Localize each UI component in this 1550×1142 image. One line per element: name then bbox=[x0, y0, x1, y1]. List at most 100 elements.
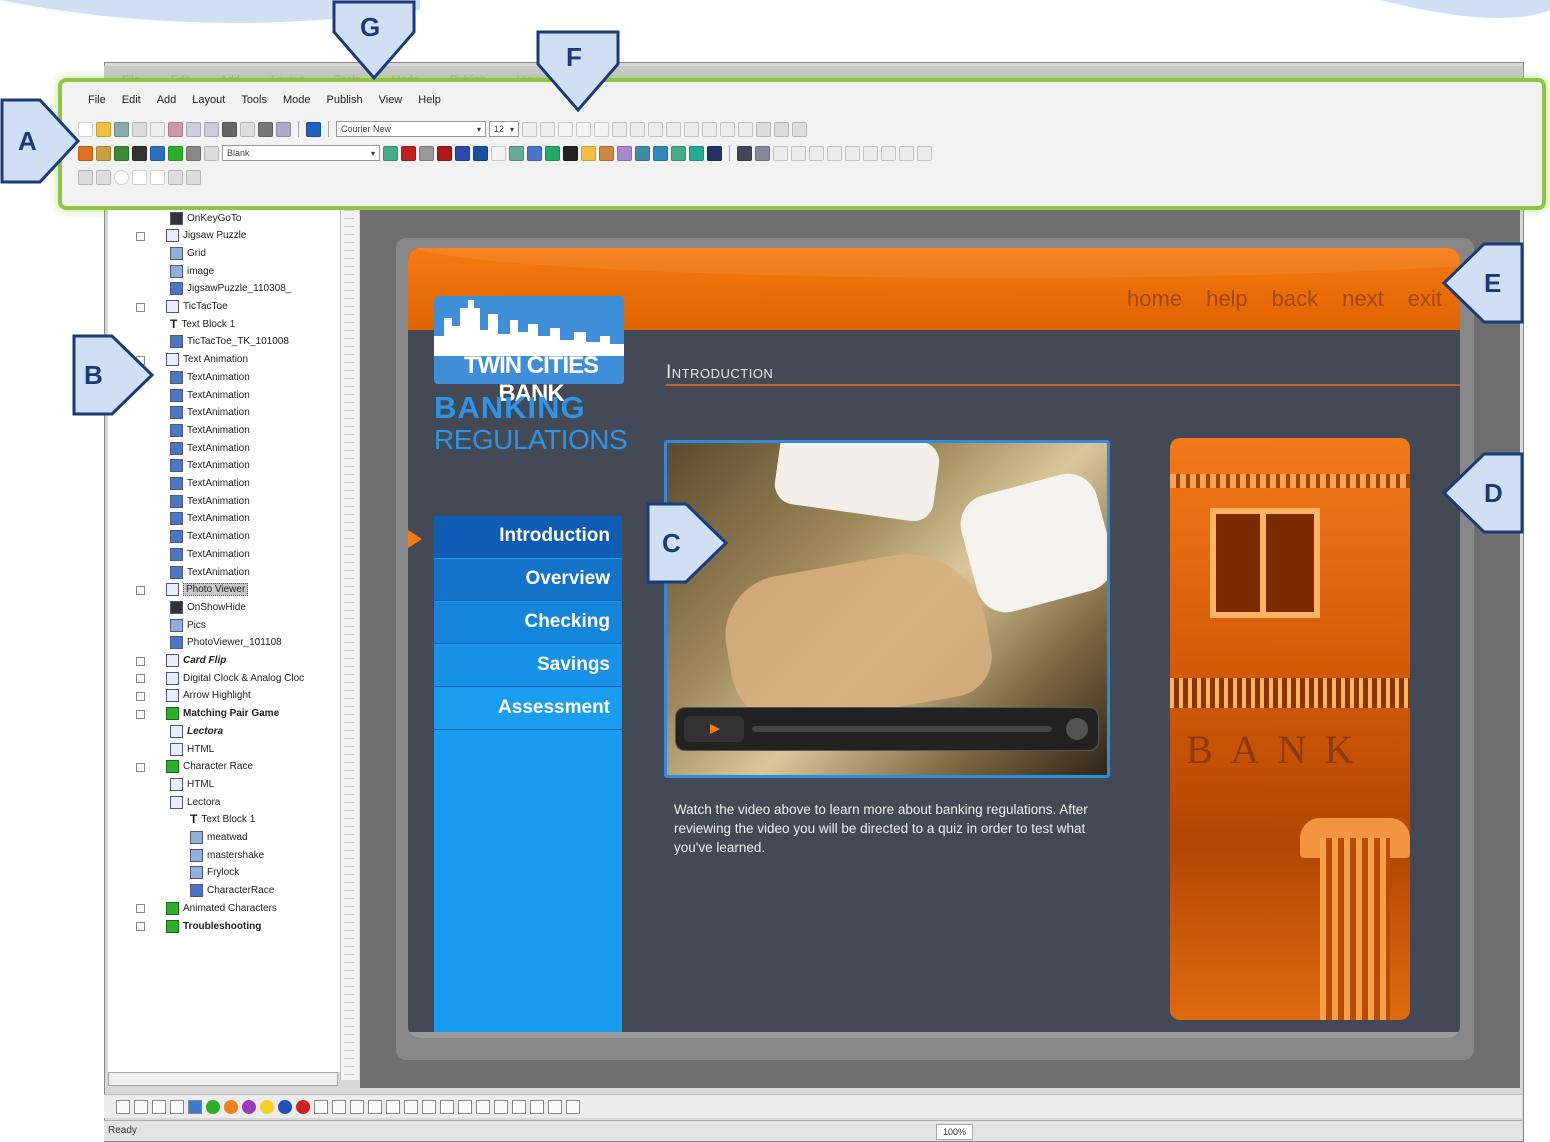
tree-node[interactable]: TicTacToe bbox=[166, 299, 228, 315]
tree-node[interactable]: TextAnimation bbox=[170, 369, 250, 385]
action-icon[interactable] bbox=[383, 145, 398, 161]
tree-node[interactable]: Arrow Highlight bbox=[166, 688, 251, 704]
tree-expander-icon[interactable] bbox=[136, 585, 145, 595]
undo-icon[interactable] bbox=[186, 121, 201, 137]
tree-expander-icon[interactable] bbox=[136, 762, 145, 772]
tree-node[interactable]: TextAnimation bbox=[170, 493, 250, 509]
arrow-shape-icon[interactable] bbox=[350, 1099, 364, 1114]
save-page-icon[interactable] bbox=[150, 145, 165, 161]
find-icon[interactable] bbox=[222, 121, 237, 137]
arrow-shape-icon[interactable] bbox=[314, 1099, 328, 1114]
highlight-color-icon[interactable] bbox=[522, 121, 537, 137]
grid-icon[interactable] bbox=[755, 145, 770, 161]
tree-node[interactable]: TextAnimation bbox=[170, 422, 250, 438]
arrow-shape-icon[interactable] bbox=[404, 1099, 418, 1114]
orange-shape-icon[interactable] bbox=[224, 1099, 238, 1114]
menu-item-introduction[interactable]: Introduction bbox=[434, 516, 622, 558]
tree-node[interactable]: meatwad bbox=[190, 830, 248, 846]
radio-button-icon[interactable] bbox=[114, 169, 129, 185]
audio-icon[interactable] bbox=[545, 145, 560, 161]
preview-icon[interactable] bbox=[276, 121, 291, 137]
send-backward-icon[interactable] bbox=[827, 145, 842, 161]
arrow-shape-icon[interactable] bbox=[422, 1099, 436, 1114]
tree-node[interactable]: TextAnimation bbox=[170, 511, 250, 527]
align-left-icon[interactable] bbox=[612, 121, 627, 137]
arrow-shape-icon[interactable] bbox=[458, 1099, 472, 1114]
group-icon[interactable] bbox=[473, 145, 488, 161]
redo-icon[interactable] bbox=[204, 121, 219, 137]
tree-node[interactable]: Matching Pair Game bbox=[166, 706, 279, 722]
arrow-shape-icon[interactable] bbox=[368, 1099, 382, 1114]
tree-node[interactable]: TextAnimation bbox=[170, 405, 250, 421]
zoom-select[interactable]: 100% bbox=[936, 1124, 974, 1140]
purple-shape-icon[interactable] bbox=[242, 1099, 256, 1114]
arrow-left-tool-icon[interactable] bbox=[152, 1099, 166, 1114]
radio-group-icon[interactable] bbox=[186, 169, 201, 185]
tree-node[interactable]: Pics bbox=[170, 617, 206, 633]
open-icon[interactable] bbox=[96, 121, 111, 137]
table-icon[interactable] bbox=[707, 145, 722, 161]
tree-expander-icon[interactable] bbox=[136, 656, 145, 666]
bold-icon[interactable] bbox=[558, 121, 573, 137]
tree-expander-icon[interactable] bbox=[136, 674, 145, 684]
reference-list-icon[interactable] bbox=[671, 145, 686, 161]
tree-horizontal-scrollbar[interactable] bbox=[108, 1072, 338, 1086]
title-mode-icon[interactable] bbox=[78, 145, 93, 161]
volume-icon[interactable] bbox=[1066, 718, 1088, 740]
red-shape-icon[interactable] bbox=[296, 1099, 310, 1114]
paste-icon[interactable] bbox=[168, 121, 183, 137]
tree-expander-icon[interactable] bbox=[136, 922, 145, 931]
tree-node[interactable]: Frylock bbox=[190, 865, 239, 881]
menu-publish[interactable]: Publish bbox=[319, 94, 371, 112]
form-icon[interactable] bbox=[437, 145, 452, 161]
survey-icon[interactable] bbox=[419, 145, 434, 161]
arrow-shape-icon[interactable] bbox=[494, 1099, 508, 1114]
font-color-icon[interactable] bbox=[540, 121, 555, 137]
menu-icon[interactable] bbox=[653, 145, 668, 161]
arrow-shape-icon[interactable] bbox=[566, 1099, 580, 1114]
menu-item-overview[interactable]: Overview bbox=[434, 559, 622, 601]
button-icon[interactable] bbox=[599, 145, 614, 161]
tree-node[interactable]: Character Race bbox=[166, 759, 253, 775]
tree-node[interactable]: Lectora bbox=[170, 723, 223, 739]
video-seek-bar[interactable] bbox=[752, 726, 1052, 732]
tree-node[interactable]: PhotoViewer_101108 bbox=[170, 635, 282, 651]
tree-node[interactable]: TextAnimation bbox=[170, 387, 250, 403]
outdent-icon[interactable] bbox=[720, 121, 735, 137]
menu-item-checking[interactable]: Checking bbox=[434, 602, 622, 644]
menu-file[interactable]: File bbox=[80, 94, 114, 112]
indent-icon[interactable] bbox=[738, 121, 753, 137]
tree-node[interactable]: OnShowHide bbox=[170, 599, 246, 615]
add-chapter-icon[interactable] bbox=[168, 145, 183, 161]
nav-next-link[interactable]: next bbox=[1342, 286, 1384, 312]
underline-icon[interactable] bbox=[594, 121, 609, 137]
arrow-shape-icon[interactable] bbox=[476, 1099, 490, 1114]
tree-expander-icon[interactable] bbox=[136, 691, 145, 701]
menu-item-savings[interactable]: Savings bbox=[434, 645, 622, 687]
progress-bar-icon[interactable] bbox=[617, 145, 632, 161]
tree-node[interactable]: HTML bbox=[170, 776, 214, 792]
italic-icon[interactable] bbox=[576, 121, 591, 137]
menu-layout[interactable]: Layout bbox=[184, 94, 233, 112]
same-height-icon[interactable] bbox=[863, 145, 878, 161]
tree-node[interactable]: TextAnimation bbox=[170, 440, 250, 456]
font-size-select[interactable]: 12 ▾ bbox=[489, 121, 519, 137]
double-arrow-tool-icon[interactable] bbox=[170, 1099, 184, 1114]
nav-back-link[interactable]: back bbox=[1272, 286, 1318, 312]
save-icon[interactable] bbox=[114, 121, 129, 137]
new-icon[interactable] bbox=[78, 121, 93, 137]
select-tool-icon[interactable] bbox=[116, 1099, 130, 1114]
tree-node[interactable]: HTML bbox=[170, 741, 214, 757]
menu-tools[interactable]: Tools bbox=[233, 94, 275, 112]
tree-node[interactable]: T Text Block 1 bbox=[170, 316, 235, 332]
justify-icon[interactable] bbox=[666, 121, 681, 137]
menu-edit[interactable]: Edit bbox=[114, 94, 149, 112]
tree-node[interactable]: mastershake bbox=[190, 847, 264, 863]
bring-forward-icon[interactable] bbox=[809, 145, 824, 161]
same-width-icon[interactable] bbox=[845, 145, 860, 161]
align-center-icon[interactable] bbox=[630, 121, 645, 137]
tree-node[interactable]: OnKeyGoTo bbox=[170, 210, 241, 226]
tree-expander-icon[interactable] bbox=[136, 231, 145, 241]
checkbox-icon[interactable] bbox=[132, 169, 147, 185]
drop-list-icon[interactable] bbox=[168, 169, 183, 185]
